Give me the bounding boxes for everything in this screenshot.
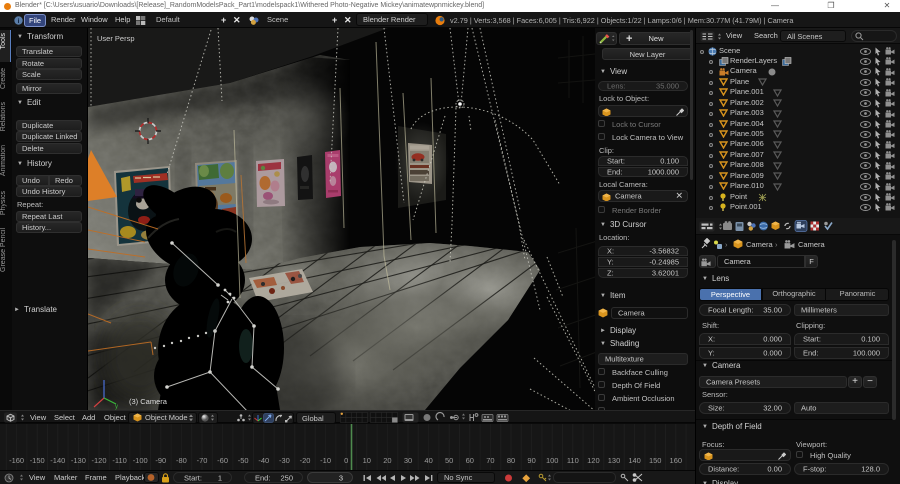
svg-text:60: 60 — [466, 456, 474, 465]
svg-text:110: 110 — [567, 456, 579, 465]
svg-text:130: 130 — [608, 456, 621, 465]
svg-text:-100: -100 — [133, 456, 148, 465]
svg-text:70: 70 — [486, 456, 494, 465]
svg-text:-60: -60 — [217, 456, 228, 465]
svg-text:-80: -80 — [176, 456, 187, 465]
svg-text:160: 160 — [670, 456, 683, 465]
svg-text:-30: -30 — [279, 456, 290, 465]
svg-text:140: 140 — [628, 456, 641, 465]
svg-text:-130: -130 — [71, 456, 86, 465]
svg-text:-160: -160 — [9, 456, 24, 465]
svg-text:(3) Camera: (3) Camera — [129, 397, 168, 406]
svg-text:30: 30 — [404, 456, 412, 465]
svg-text:10: 10 — [363, 456, 371, 465]
svg-text:i: i — [18, 18, 20, 25]
svg-text:-120: -120 — [91, 456, 106, 465]
svg-text:-70: -70 — [197, 456, 208, 465]
svg-text:40: 40 — [424, 456, 432, 465]
svg-text:20: 20 — [383, 456, 391, 465]
svg-text:80: 80 — [507, 456, 515, 465]
svg-text:-90: -90 — [155, 456, 166, 465]
svg-text:-40: -40 — [258, 456, 269, 465]
svg-text:-150: -150 — [30, 456, 45, 465]
svg-text:-50: -50 — [238, 456, 249, 465]
svg-text:-10: -10 — [320, 456, 331, 465]
svg-text:90: 90 — [527, 456, 535, 465]
svg-text:-20: -20 — [300, 456, 311, 465]
svg-text:User Persp: User Persp — [97, 34, 135, 43]
svg-text:-140: -140 — [50, 456, 65, 465]
svg-text:150: 150 — [649, 456, 662, 465]
svg-text:0: 0 — [344, 456, 348, 465]
svg-text:50: 50 — [445, 456, 453, 465]
svg-text:120: 120 — [587, 456, 600, 465]
svg-text:100: 100 — [546, 456, 559, 465]
svg-text:-110: -110 — [112, 456, 126, 465]
